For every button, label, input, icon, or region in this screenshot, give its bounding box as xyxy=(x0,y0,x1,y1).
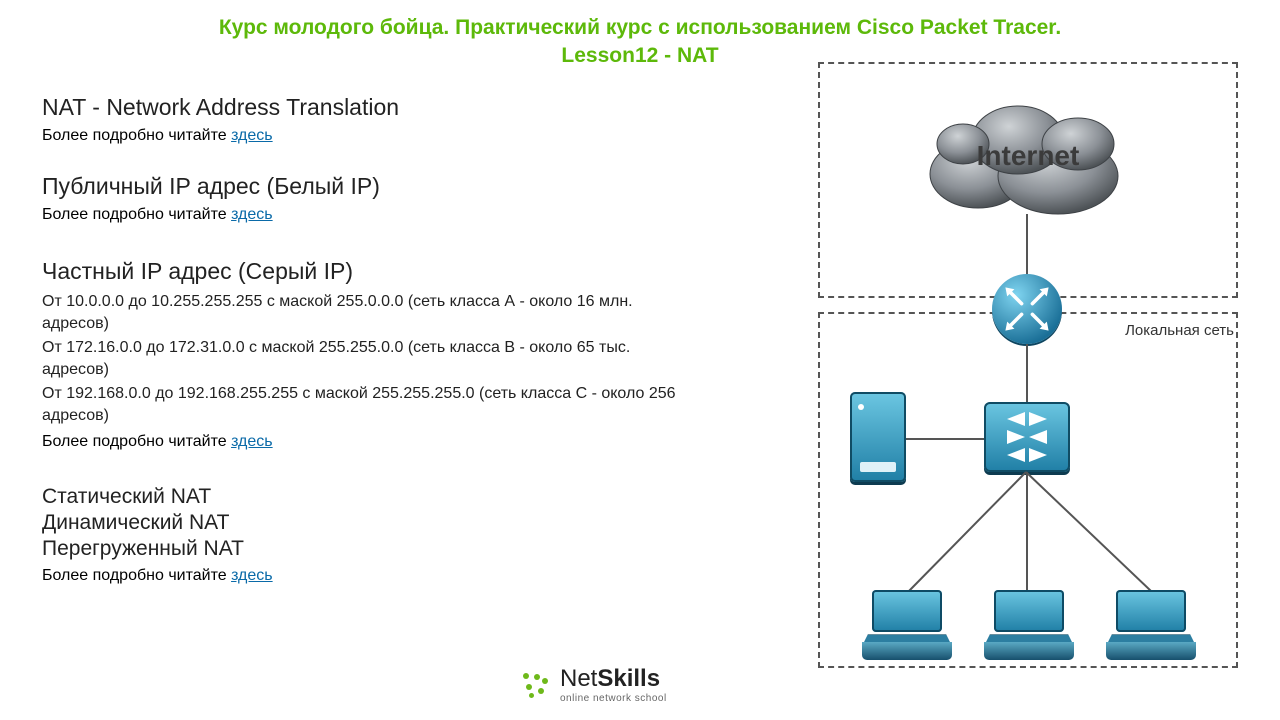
cloud-label: Internet xyxy=(908,140,1148,172)
laptop-base-icon xyxy=(862,642,952,660)
network-diagram: Локальная сеть In xyxy=(778,62,1238,672)
router xyxy=(992,274,1062,344)
wire-switch-server xyxy=(906,438,984,440)
more-prefix: Более подробно читайте xyxy=(42,127,231,144)
brand-logo-icon xyxy=(520,670,550,700)
wire-switch-lap3 xyxy=(1026,472,1176,602)
nat-type-overloaded: Перегруженный NAT xyxy=(42,537,682,561)
laptop-base-icon xyxy=(984,642,1074,660)
switch-icon xyxy=(984,402,1070,472)
range-class-c: От 192.168.0.0 до 192.168.255.255 с маск… xyxy=(42,383,682,427)
slide: Курс молодого бойца. Практический курс с… xyxy=(0,0,1280,720)
link-nat-types[interactable]: здесь xyxy=(231,567,273,584)
switch xyxy=(984,402,1070,472)
internet-cloud: Internet xyxy=(908,84,1148,224)
nat-type-dynamic: Динамический NAT xyxy=(42,511,682,535)
heading-private-ip: Частный IP адрес (Серый IP) xyxy=(42,258,682,285)
laptop-base-icon xyxy=(1106,642,1196,660)
heading-public-ip: Публичный IP адрес (Белый IP) xyxy=(42,173,682,200)
heading-nat: NAT - Network Address Translation xyxy=(42,94,682,121)
more-private-ip: Более подробно читайте здесь xyxy=(42,433,682,451)
wire-switch-lap1 xyxy=(898,472,1038,602)
laptop-2 xyxy=(984,590,1074,660)
link-private-ip[interactable]: здесь xyxy=(231,433,273,450)
laptop-screen-icon xyxy=(994,590,1064,632)
content-column: NAT - Network Address Translation Более … xyxy=(42,88,682,585)
brand-text-wrap: NetSkills online network school xyxy=(560,665,667,704)
laptop-screen-icon xyxy=(1116,590,1186,632)
server-slot-icon xyxy=(860,462,896,472)
laptop-3 xyxy=(1106,590,1196,660)
router-icon xyxy=(1000,282,1054,336)
private-ip-body: От 10.0.0.0 до 10.255.255.255 с маской 2… xyxy=(42,291,682,427)
laptop-kbd-icon xyxy=(864,634,950,642)
more-nat-types: Более подробно читайте здесь xyxy=(42,567,682,585)
more-public-ip: Более подробно читайте здесь xyxy=(42,206,682,224)
link-public-ip[interactable]: здесь xyxy=(231,206,273,223)
laptop-1 xyxy=(862,590,952,660)
server xyxy=(850,392,906,482)
title-line-1: Курс молодого бойца. Практический курс с… xyxy=(0,14,1280,42)
brand-name-b: Skills xyxy=(597,665,660,692)
server-led-icon xyxy=(858,404,864,410)
more-prefix: Более подробно читайте xyxy=(42,433,231,450)
nat-type-static: Статический NAT xyxy=(42,485,682,509)
wire-router-switch xyxy=(1026,344,1028,402)
brand-logo: NetSkills online network school xyxy=(520,665,667,704)
link-nat[interactable]: здесь xyxy=(231,127,273,144)
wire-cloud-router xyxy=(1026,214,1028,278)
laptop-kbd-icon xyxy=(986,634,1072,642)
brand-name: NetSkills xyxy=(560,665,667,693)
laptop-screen-icon xyxy=(872,590,942,632)
more-nat: Более подробно читайте здесь xyxy=(42,127,682,145)
brand-tagline: online network school xyxy=(560,693,667,704)
more-prefix: Более подробно читайте xyxy=(42,206,231,223)
range-class-b: От 172.16.0.0 до 172.31.0.0 с маской 255… xyxy=(42,337,682,381)
lan-zone-label: Локальная сеть xyxy=(1125,322,1234,339)
more-prefix: Более подробно читайте xyxy=(42,567,231,584)
brand-name-a: Net xyxy=(560,665,597,692)
laptop-kbd-icon xyxy=(1108,634,1194,642)
range-class-a: От 10.0.0.0 до 10.255.255.255 с маской 2… xyxy=(42,291,682,335)
